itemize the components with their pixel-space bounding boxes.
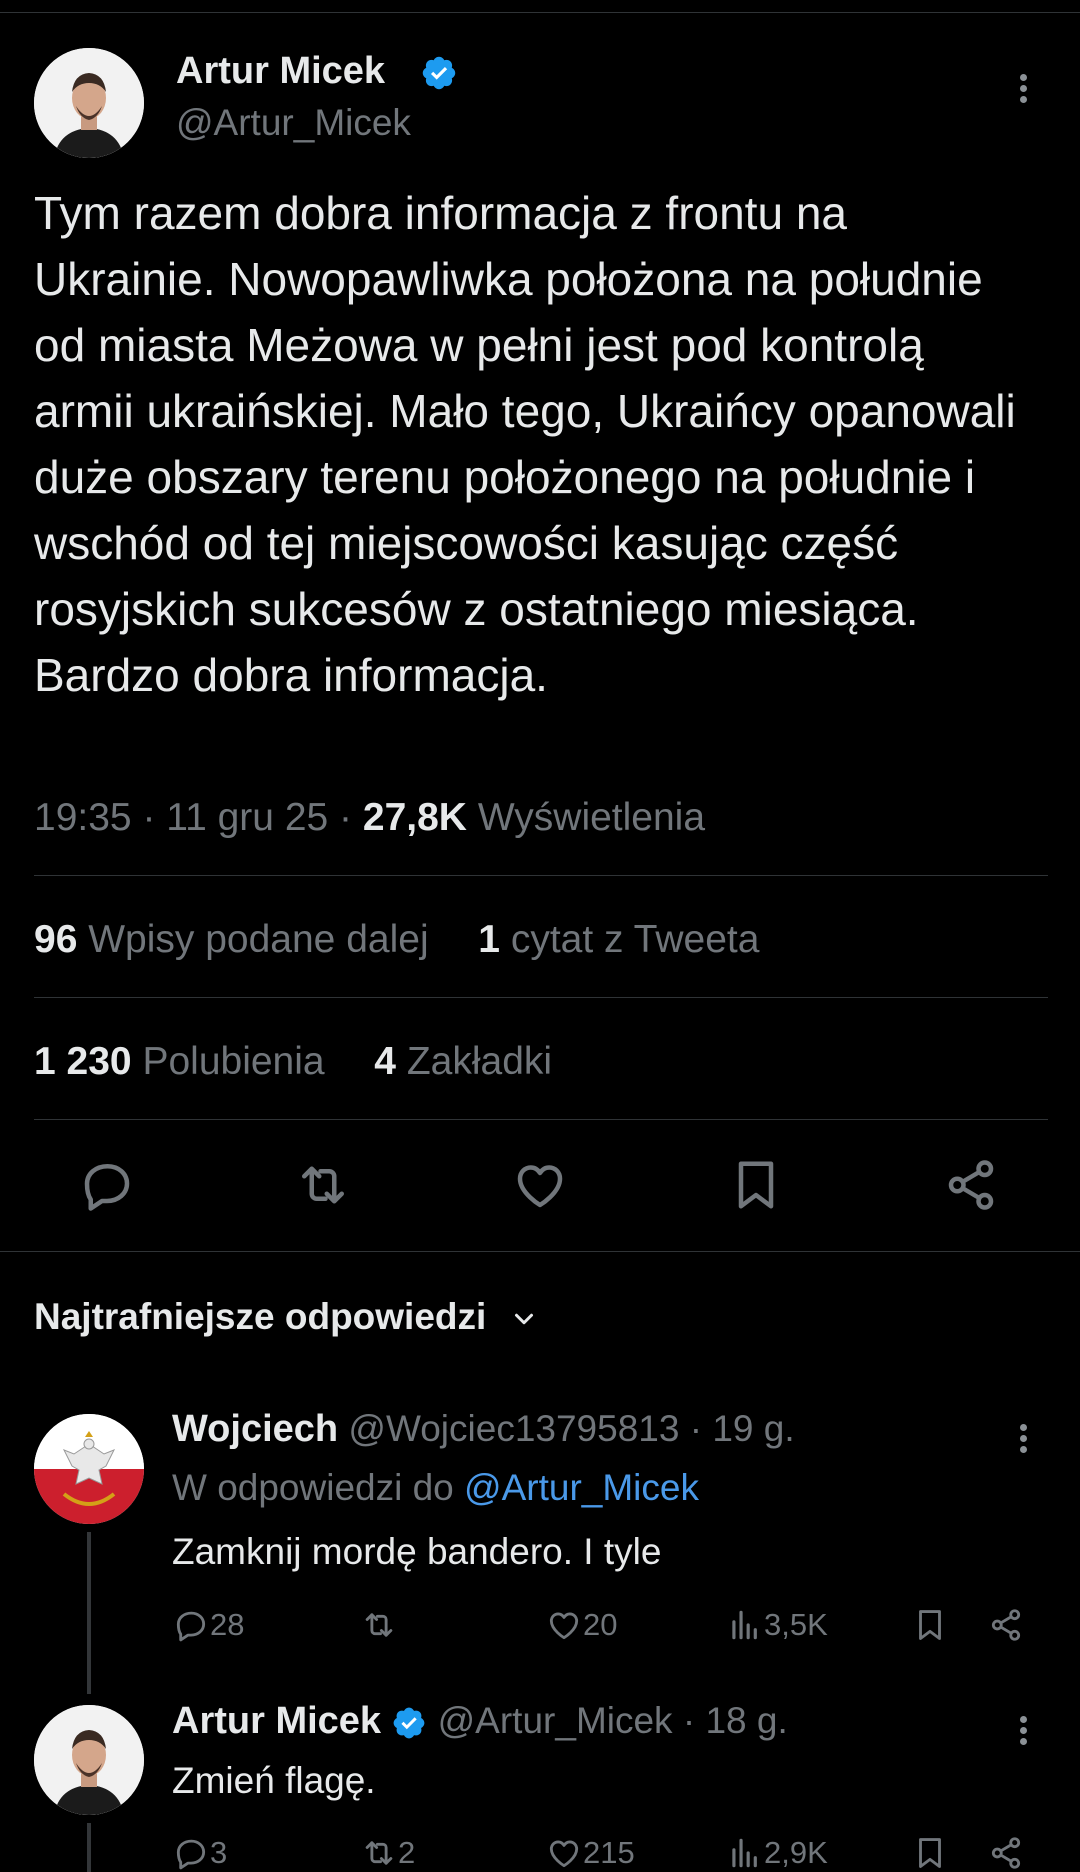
repost-stats: 96 Wpisy podane dalej 1 cytat z Tweeta (34, 918, 759, 962)
views-label: Wyświetlenia (477, 796, 706, 839)
views-icon (732, 1838, 757, 1868)
reply-time[interactable]: · 19 g. (690, 1408, 795, 1449)
reply-icon (176, 1839, 206, 1870)
reply-like-button[interactable]: 20 (545, 1606, 617, 1644)
section-divider (0, 1251, 1080, 1252)
views-count: 27,8K (362, 796, 467, 839)
reply-views-button[interactable]: 3,5K (726, 1606, 828, 1644)
reply-text: Zamknij mordę bandero. I tyle (172, 1531, 662, 1572)
thread-line (87, 1532, 91, 1694)
reply-avatar[interactable] (34, 1414, 144, 1524)
reply-more-options-icon[interactable] (1020, 1420, 1027, 1457)
reply-bookmark-icon[interactable] (911, 1606, 949, 1644)
like-stats: 1 230 Polubienia 4 Zakładki (34, 1040, 552, 1084)
share-icon[interactable] (941, 1155, 1001, 1215)
reply-share-icon[interactable] (987, 1606, 1025, 1644)
reply-reply-button[interactable]: 3 (172, 1834, 227, 1872)
reply-to-line: W odpowiedzi do @Artur_Micek (172, 1467, 699, 1508)
tweet-meta: 19:35 · 11 gru 25 · 27,8K Wyświetlenia (34, 796, 706, 839)
reply-repost-button[interactable] (360, 1606, 398, 1644)
like-icon (549, 1612, 579, 1640)
verified-badge-icon (393, 1707, 425, 1739)
author-name[interactable]: Artur Micek (176, 50, 385, 93)
top-divider (0, 12, 1080, 13)
reposts-link[interactable]: 96 Wpisy podane dalej (34, 918, 429, 961)
reply-header: Artur Micek @Artur_Micek · 18 g. (172, 1700, 788, 1743)
tweet-time[interactable]: 19:35 (34, 796, 132, 839)
divider (34, 875, 1048, 876)
reply-avatar[interactable] (34, 1705, 144, 1815)
repost-icon (365, 1841, 393, 1865)
reply-bookmark-icon[interactable] (911, 1834, 949, 1872)
reply-author-name[interactable]: Wojciech (172, 1408, 338, 1450)
likes-link[interactable]: 1 230 Polubienia (34, 1040, 325, 1083)
like-icon (549, 1840, 579, 1868)
repost-icon[interactable] (293, 1155, 353, 1215)
reply-repost-button[interactable]: 2 (360, 1834, 415, 1872)
author-avatar[interactable] (34, 48, 144, 158)
reply-header: Wojciech @Wojciec13795813 · 19 g. (172, 1408, 795, 1451)
reply-author-handle[interactable]: @Wojciec13795813 (348, 1408, 679, 1449)
reply-author-handle[interactable]: @Artur_Micek (438, 1700, 673, 1741)
tweet-text: Tym razem dobra informacja z frontu na U… (34, 187, 1016, 701)
divider (34, 1119, 1048, 1120)
author-handle[interactable]: @Artur_Micek (176, 102, 411, 144)
reply-icon[interactable] (77, 1155, 137, 1215)
like-icon[interactable] (510, 1155, 570, 1215)
verified-badge-icon (422, 56, 456, 90)
bookmarks-link[interactable]: 4 Zakładki (374, 1040, 552, 1083)
reply-time[interactable]: · 18 g. (683, 1700, 788, 1741)
quotes-link[interactable]: 1 cytat z Tweeta (478, 918, 759, 961)
chevron-down-icon (514, 1313, 533, 1325)
reply-share-icon[interactable] (987, 1834, 1025, 1872)
reply-to-handle-link[interactable]: @Artur_Micek (464, 1467, 699, 1508)
views-icon (732, 1610, 757, 1640)
reply-author-name[interactable]: Artur Micek (172, 1700, 381, 1742)
reply-views-button[interactable]: 2,9K (726, 1834, 828, 1872)
thread-line (87, 1823, 91, 1872)
replies-sort-dropdown[interactable]: Najtrafniejsze odpowiedzi (34, 1296, 539, 1338)
tweet-date[interactable]: 11 gru 25 (166, 796, 328, 839)
bookmark-icon[interactable] (726, 1155, 786, 1215)
reply-reply-button[interactable]: 28 (172, 1606, 244, 1644)
more-options-icon[interactable] (1020, 70, 1027, 107)
reply-text: Zmień flagę. (172, 1760, 376, 1801)
reply-like-button[interactable]: 215 (545, 1834, 635, 1872)
divider (34, 997, 1048, 998)
repost-icon (365, 1613, 393, 1637)
reply-icon (176, 1611, 206, 1642)
replies-sort-label: Najtrafniejsze odpowiedzi (34, 1296, 487, 1337)
reply-more-options-icon[interactable] (1020, 1712, 1027, 1749)
